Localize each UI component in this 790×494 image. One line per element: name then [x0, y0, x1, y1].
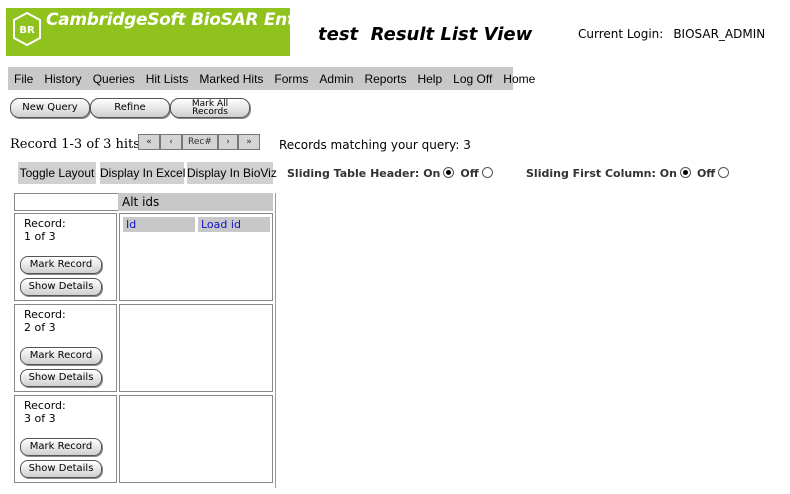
menu-queries[interactable]: Queries	[87, 72, 140, 86]
menu-marked-hits[interactable]: Marked Hits	[193, 72, 268, 86]
svg-text:BR: BR	[19, 25, 35, 36]
record-label-text: Record:	[24, 399, 66, 412]
record-label: Record: 2 of 3	[24, 308, 66, 334]
mark-all-line2: Records	[192, 107, 228, 117]
toggle-layout-button[interactable]: Toggle Layout	[18, 162, 96, 184]
app-logo: BR CambridgeSoft BioSAR Enterprise	[6, 8, 361, 56]
login-user: BIOSAR_ADMIN	[673, 27, 766, 41]
mark-record-button[interactable]: Mark Record	[20, 256, 102, 274]
menu-home[interactable]: Home	[497, 72, 540, 86]
record-data-cell	[119, 304, 273, 392]
biosar-badge-icon: BR	[13, 12, 41, 46]
mark-record-button[interactable]: Mark Record	[20, 438, 102, 456]
menu-log-off[interactable]: Log Off	[447, 72, 497, 86]
menu-history[interactable]: History	[38, 72, 86, 86]
record-label-text: Record:	[24, 217, 66, 230]
record-data-cell	[119, 395, 273, 483]
sliding-header-label: Sliding Table Header:	[287, 167, 420, 180]
sliding-header-off-radio[interactable]	[481, 167, 493, 178]
records-matching: Records matching your query: 3	[279, 138, 471, 152]
page-title: test Result List View	[318, 24, 533, 45]
load-id-subheader-link[interactable]: Load id	[198, 217, 270, 232]
alt-ids-column-header: Alt ids	[118, 193, 273, 211]
sliding-first-column-option: Sliding First Column: On Off	[526, 167, 735, 180]
menu-admin[interactable]: Admin	[313, 72, 358, 86]
show-details-button[interactable]: Show Details	[20, 278, 102, 296]
record-label: Record: 3 of 3	[24, 399, 66, 425]
record-position: 2 of 3	[24, 321, 56, 334]
grid-corner-cell	[14, 193, 119, 211]
record-cell: Record: 2 of 3 Mark Record Show Details	[14, 304, 117, 392]
show-details-button[interactable]: Show Details	[20, 369, 102, 387]
record-label-text: Record:	[24, 308, 66, 321]
logo-text: CambridgeSoft BioSAR Enterprise	[46, 10, 361, 30]
login-label: Current Login:	[578, 27, 664, 41]
record-label: Record: 1 of 3	[24, 217, 66, 243]
prev-record-button[interactable]: ‹	[160, 134, 182, 150]
menu-help[interactable]: Help	[411, 72, 447, 86]
record-position: 1 of 3	[24, 230, 56, 243]
menu-file[interactable]: File	[8, 72, 38, 86]
record-cell: Record: 3 of 3 Mark Record Show Details	[14, 395, 117, 483]
sliding-header-option: Sliding Table Header: On Off	[287, 167, 499, 180]
sliding-first-column-off-radio[interactable]	[718, 167, 730, 178]
current-login: Current Login: BIOSAR_ADMIN	[578, 27, 765, 41]
sliding-header-off-label: Off	[460, 167, 479, 180]
new-query-button[interactable]: New Query	[10, 98, 90, 118]
next-record-button[interactable]: ›	[218, 134, 238, 150]
display-in-bioviz-button[interactable]: Display In BioViz	[187, 162, 277, 184]
grid-divider	[275, 193, 276, 488]
menu-hit-lists[interactable]: Hit Lists	[140, 72, 194, 86]
menu-bar: File History Queries Hit Lists Marked Hi…	[8, 67, 535, 90]
mark-record-button[interactable]: Mark Record	[20, 347, 102, 365]
id-subheader-link[interactable]: Id	[123, 217, 195, 232]
sliding-header-on-radio[interactable]	[443, 167, 455, 178]
rec-number-button[interactable]: Rec#	[182, 134, 218, 150]
show-details-button[interactable]: Show Details	[20, 460, 102, 478]
sliding-first-column-off-label: Off	[696, 167, 716, 180]
sliding-header-on-label: On	[423, 167, 441, 180]
first-record-button[interactable]: «	[138, 134, 160, 150]
display-in-excel-button[interactable]: Display In Excel	[100, 162, 185, 184]
menu-reports[interactable]: Reports	[358, 72, 411, 86]
record-cell: Record: 1 of 3 Mark Record Show Details	[14, 213, 117, 301]
record-range: Record 1-3 of 3 hits	[10, 137, 140, 152]
menu-forms[interactable]: Forms	[268, 72, 313, 86]
sliding-first-column-label: Sliding First Column:	[526, 167, 656, 180]
record-position: 3 of 3	[24, 412, 56, 425]
refine-button[interactable]: Refine	[90, 98, 170, 118]
sliding-first-column-on-radio[interactable]	[679, 167, 691, 178]
mark-all-records-button[interactable]: Mark All Records	[170, 98, 250, 118]
last-record-button[interactable]: »	[238, 134, 260, 150]
sliding-first-column-on-label: On	[659, 167, 677, 180]
record-data-cell: Id Load id	[119, 213, 273, 301]
